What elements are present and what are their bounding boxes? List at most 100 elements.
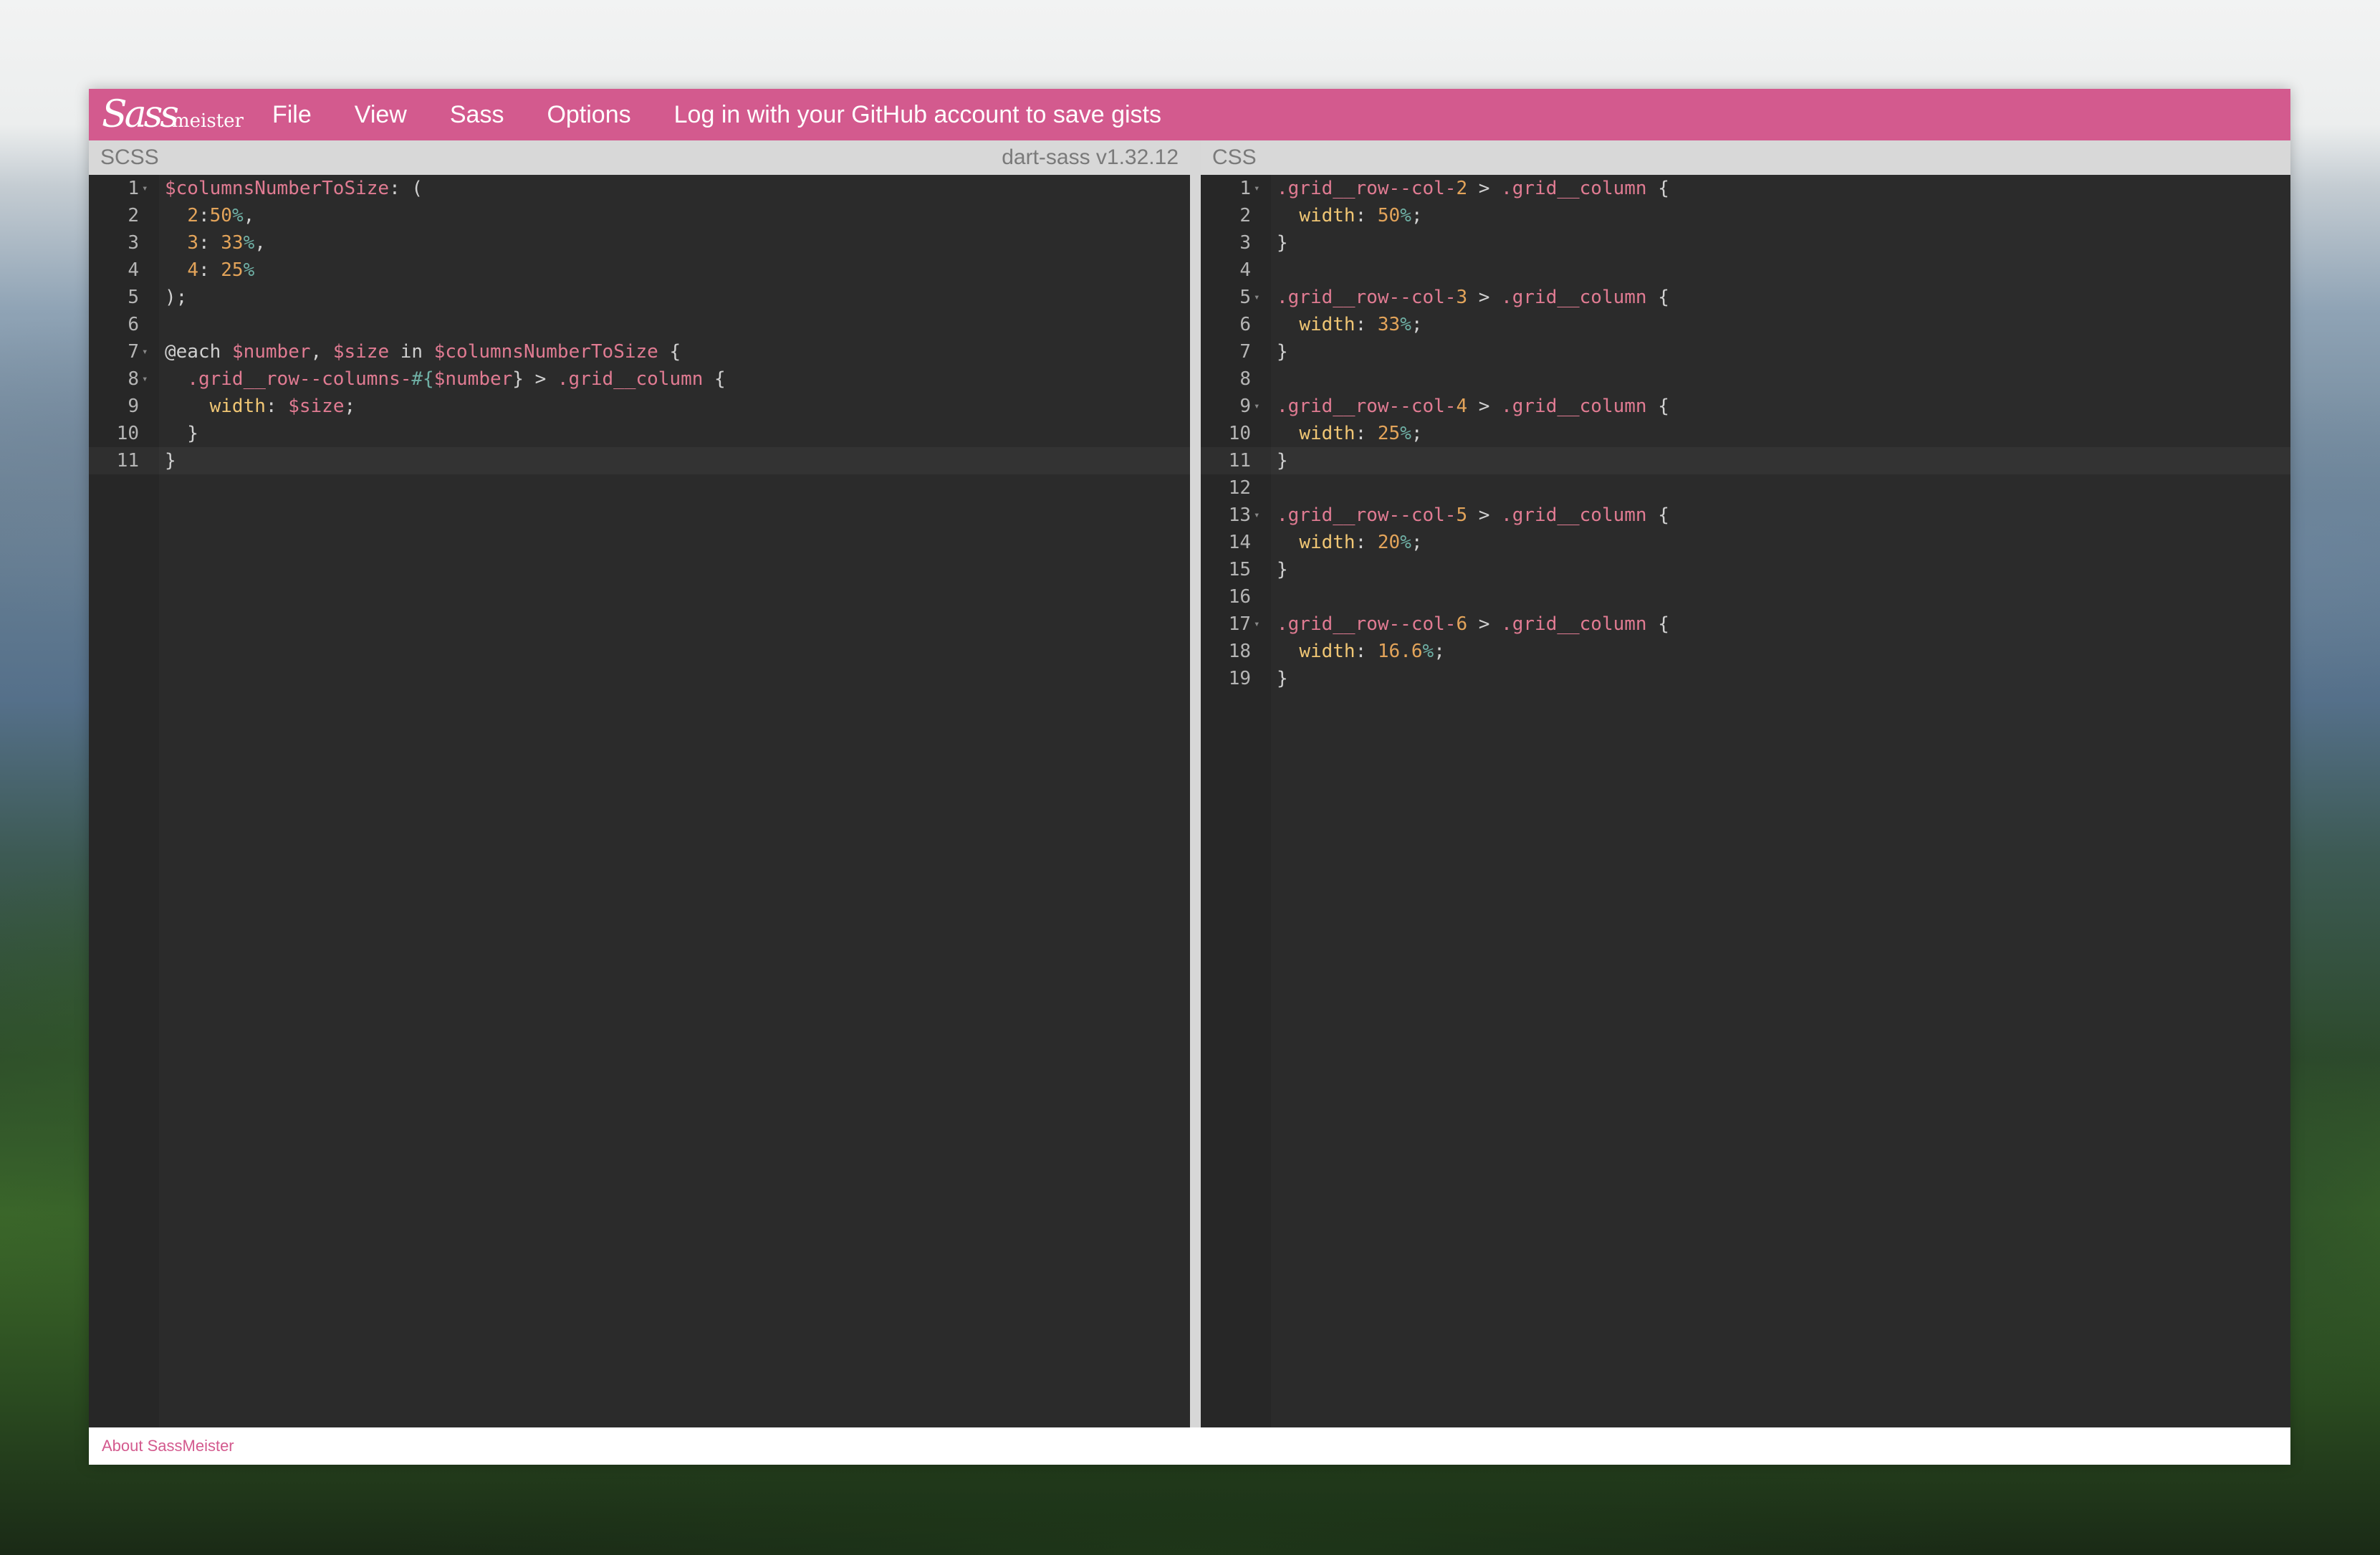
about-sassmeister-link[interactable]: About SassMeister — [102, 1437, 234, 1455]
css-code-line[interactable]: 16 — [1201, 583, 2290, 611]
css-code-line[interactable]: 7} — [1201, 338, 2290, 365]
scss-code-area[interactable]: 1 ▾ $columnsNumberToSize: (2 2:50%, 3 3: 33… — [89, 175, 1190, 1427]
scss-code-line[interactable]: 1 ▾ $columnsNumberToSize: ( — [89, 175, 1190, 202]
css-code-text — [1271, 583, 1277, 611]
css-code-line[interactable]: 19} — [1201, 665, 2290, 692]
fold-arrow-icon[interactable]: ▾ — [1254, 175, 1259, 202]
css-code-line[interactable]: 18 width: 16.6%; — [1201, 638, 2290, 665]
css-code-text: width: 50%; — [1299, 205, 1423, 226]
scss-pane-header: SCSS dart-sass v1.32.12 — [89, 140, 1190, 175]
footer: About SassMeister — [89, 1427, 2290, 1465]
css-code-line[interactable]: 1 ▾ .grid__row--col-2 > .grid__column { — [1201, 175, 2290, 202]
css-pane-title: CSS — [1212, 145, 1257, 169]
pane-resize-handle[interactable] — [1190, 140, 1201, 1427]
menu-options[interactable]: Options — [547, 101, 630, 129]
menu-file[interactable]: File — [272, 101, 312, 129]
scss-line-number: 11 — [89, 447, 159, 474]
fold-arrow-icon[interactable]: ▾ — [1254, 284, 1259, 311]
css-code-line[interactable]: 5 ▾ .grid__row--col-3 > .grid__column { — [1201, 284, 2290, 311]
scss-code-text: } — [165, 423, 198, 444]
scss-code-line[interactable]: 6 — [89, 311, 1190, 338]
menu-view[interactable]: View — [355, 101, 407, 129]
scss-code-text — [159, 311, 165, 338]
css-code-text: } — [1277, 668, 1288, 689]
scss-code-line[interactable]: 8 ▾ .grid__row--columns-#{$number} > .gri… — [89, 365, 1190, 393]
css-code-text: width: 16.6%; — [1299, 641, 1445, 662]
scss-editor[interactable]: 1 ▾ $columnsNumberToSize: (2 2:50%, 3 3: 33… — [89, 175, 1190, 1427]
css-code-line[interactable]: 13 ▾ .grid__row--col-5 > .grid__column { — [1201, 502, 2290, 529]
css-pane-header: CSS — [1201, 140, 2290, 175]
css-line-number: 7 — [1201, 338, 1271, 365]
menu-sass[interactable]: Sass — [450, 101, 504, 129]
fold-arrow-icon[interactable]: ▾ — [142, 365, 148, 393]
css-line-number: 15 — [1201, 556, 1271, 583]
scss-line-number: 6 — [89, 311, 159, 338]
css-code-area[interactable]: 1 ▾ .grid__row--col-2 > .grid__column {2 w… — [1201, 175, 2290, 1427]
css-code-line[interactable]: 8 — [1201, 365, 2290, 393]
css-line-number: 16 — [1201, 583, 1271, 611]
sassmeister-window: Sass meister File View Sass Options Log … — [89, 89, 2290, 1465]
css-code-line[interactable]: 12 — [1201, 474, 2290, 502]
scss-pane-title: SCSS — [100, 145, 159, 169]
scss-code-text: ); — [165, 287, 188, 308]
css-code-line[interactable]: 17 ▾ .grid__row--col-6 > .grid__column { — [1201, 611, 2290, 638]
scss-line-number: 8 — [89, 365, 159, 393]
css-line-number: 18 — [1201, 638, 1271, 665]
scss-code-text: 3: 33%, — [187, 232, 266, 254]
css-code-line[interactable]: 15} — [1201, 556, 2290, 583]
css-line-number: 11 — [1201, 447, 1271, 474]
css-line-number: 2 — [1201, 202, 1271, 229]
scss-pane: SCSS dart-sass v1.32.12 1 ▾ $columnsNumber… — [89, 140, 1190, 1427]
github-login-link[interactable]: Log in with your GitHub account to save … — [674, 101, 1161, 129]
css-line-number: 6 — [1201, 311, 1271, 338]
fold-arrow-icon[interactable]: ▾ — [1254, 502, 1259, 529]
scss-code-line[interactable]: 9 width: $size; — [89, 393, 1190, 420]
css-code-text — [1271, 474, 1277, 502]
css-code-text: } — [1277, 232, 1288, 254]
scss-code-line[interactable]: 10 } — [89, 420, 1190, 447]
top-navbar: Sass meister File View Sass Options Log … — [89, 89, 2290, 140]
scss-line-number: 1 — [89, 175, 159, 202]
css-code-line[interactable]: 6 width: 33%; — [1201, 311, 2290, 338]
css-code-text: .grid__row--col-2 > .grid__column { — [1277, 178, 1669, 199]
scss-line-number: 10 — [89, 420, 159, 447]
css-code-line[interactable]: 10 width: 25%; — [1201, 420, 2290, 447]
scss-code-text: $columnsNumberToSize: ( — [165, 178, 423, 199]
css-line-number: 17 — [1201, 611, 1271, 638]
scss-line-number: 5 — [89, 284, 159, 311]
css-line-number: 12 — [1201, 474, 1271, 502]
css-code-line[interactable]: 9 ▾ .grid__row--col-4 > .grid__column { — [1201, 393, 2290, 420]
css-line-number: 13 — [1201, 502, 1271, 529]
scss-code-line[interactable]: 5); — [89, 284, 1190, 311]
scss-code-line[interactable]: 4 4: 25% — [89, 257, 1190, 284]
css-code-line[interactable]: 2 width: 50%; — [1201, 202, 2290, 229]
scss-line-number: 7 — [89, 338, 159, 365]
css-code-text: width: 33%; — [1299, 314, 1423, 335]
fold-arrow-icon[interactable]: ▾ — [142, 175, 148, 202]
css-line-number: 19 — [1201, 665, 1271, 692]
css-code-line[interactable]: 11} — [1201, 447, 2290, 474]
css-code-line[interactable]: 3} — [1201, 229, 2290, 257]
editor-panes: SCSS dart-sass v1.32.12 1 ▾ $columnsNumber… — [89, 140, 2290, 1427]
css-line-number: 4 — [1201, 257, 1271, 284]
sassmeister-logo[interactable]: Sass meister — [102, 96, 244, 133]
scss-code-text: } — [165, 450, 176, 472]
css-code-line[interactable]: 14 width: 20%; — [1201, 529, 2290, 556]
css-editor[interactable]: 1 ▾ .grid__row--col-2 > .grid__column {2 w… — [1201, 175, 2290, 1427]
css-code-text: .grid__row--col-3 > .grid__column { — [1277, 287, 1669, 308]
fold-arrow-icon[interactable]: ▾ — [142, 338, 148, 365]
css-code-text — [1271, 365, 1277, 393]
scss-code-text: .grid__row--columns-#{$number} > .grid__… — [187, 368, 726, 390]
css-code-text: .grid__row--col-6 > .grid__column { — [1277, 613, 1669, 635]
scss-line-number: 4 — [89, 257, 159, 284]
css-line-number: 5 — [1201, 284, 1271, 311]
css-code-line[interactable]: 4 — [1201, 257, 2290, 284]
scss-code-line[interactable]: 7 ▾ @each $number, $size in $columnsNumber… — [89, 338, 1190, 365]
css-code-text: .grid__row--col-4 > .grid__column { — [1277, 396, 1669, 417]
scss-code-line[interactable]: 2 2:50%, — [89, 202, 1190, 229]
scss-code-line[interactable]: 11} — [89, 447, 1190, 474]
fold-arrow-icon[interactable]: ▾ — [1254, 611, 1259, 638]
scss-code-line[interactable]: 3 3: 33%, — [89, 229, 1190, 257]
sass-version-label[interactable]: dart-sass v1.32.12 — [1002, 145, 1179, 170]
fold-arrow-icon[interactable]: ▾ — [1254, 393, 1259, 420]
